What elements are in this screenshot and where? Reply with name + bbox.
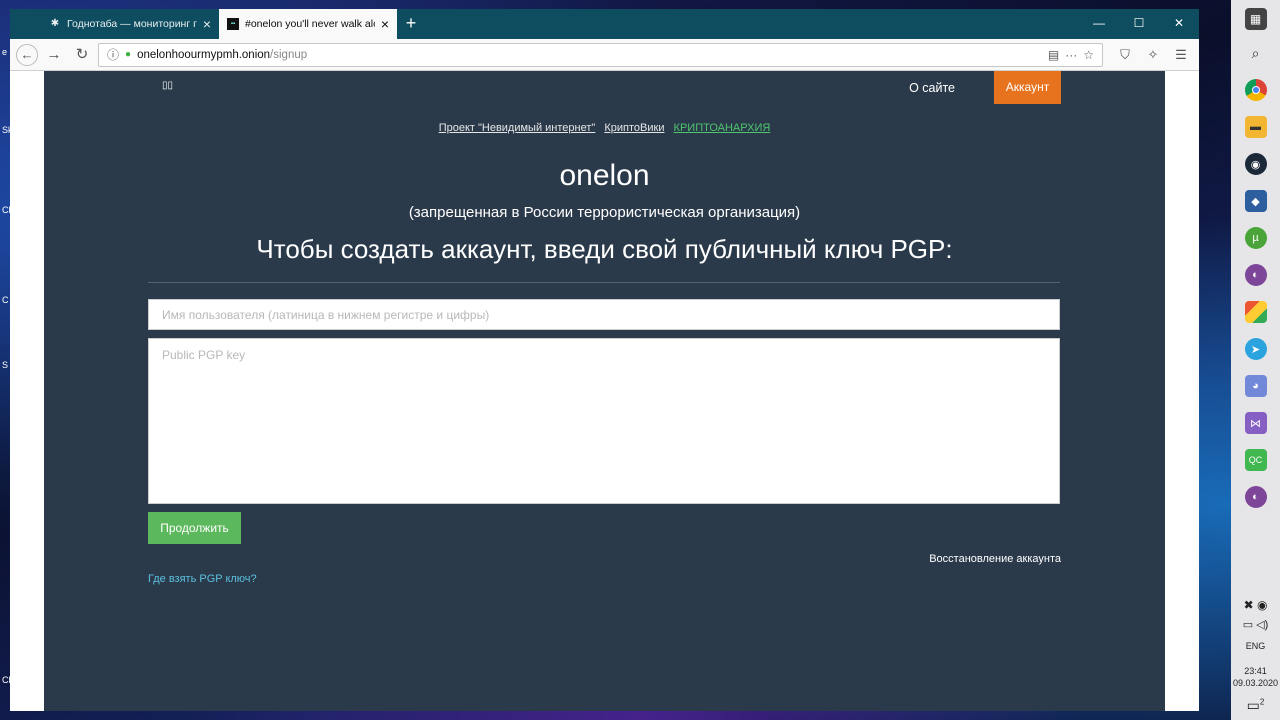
close-icon[interactable]: × (381, 17, 389, 31)
language-indicator[interactable]: ENG (1231, 641, 1280, 651)
signup-headline: Чтобы создать аккаунт, введи свой публич… (256, 234, 953, 264)
site-favicon-icon: ▪▪ (227, 18, 239, 30)
url-path: /signup (270, 48, 308, 61)
browser-window: ✱ Годнотаба — мониторинг год × ▪▪ #onelo… (10, 9, 1199, 711)
link-cryptoanarchy[interactable]: КРИПТОАНАРХИЯ (674, 122, 771, 134)
username-input[interactable] (148, 299, 1060, 330)
site-title: onelon (559, 159, 650, 192)
system-tray: ✖ ◉ ▭ ◁) ENG 23:41 09.03.2020 ▭2 (1231, 598, 1280, 720)
tor-browser-icon[interactable]: ◐ (1244, 264, 1267, 286)
site-subtitle: (запрещенная в России террористическая о… (408, 204, 801, 221)
search-icon[interactable]: ⌕ (1245, 42, 1267, 64)
desktop-icon-label[interactable]: S (2, 360, 8, 370)
clock-time[interactable]: 23:41 (1231, 665, 1280, 677)
utorrent-icon[interactable]: µ (1244, 227, 1267, 249)
visual-studio-icon[interactable]: ⋈ (1244, 412, 1267, 434)
file-explorer-icon[interactable]: ▬ (1244, 116, 1267, 138)
maximize-button[interactable]: ☐ (1119, 9, 1159, 39)
info-icon[interactable]: ⓘ (107, 46, 119, 63)
link-cryptowiki[interactable]: КриптоВики (604, 122, 664, 134)
site-logo-icon[interactable]: ▯▯ (162, 80, 173, 91)
window-controls: — ☐ ✕ (1079, 9, 1199, 39)
project-links: Проект "Невидимый интернет" КриптоВики К… (44, 122, 1165, 134)
reload-icon[interactable]: ↻ (70, 43, 94, 67)
tray-apps-icon[interactable]: ✖ ◉ (1231, 598, 1280, 612)
tab-title: #onelon you'll never walk alone (245, 18, 375, 30)
action-center-icon[interactable]: ▭2 (1231, 697, 1280, 714)
minimize-button[interactable]: — (1079, 9, 1119, 39)
tab-godnotaba[interactable]: ✱ Годнотаба — мониторинг год × (41, 9, 219, 39)
forward-arrow-icon[interactable]: → (42, 43, 66, 67)
tab-bar: ✱ Годнотаба — мониторинг год × ▪▪ #onelo… (10, 9, 1199, 39)
address-bar[interactable]: ⓘ ● onelonhoourmypmh.onion/signup ▤ ··· … (98, 42, 1103, 67)
divider (148, 282, 1060, 283)
rubik-cube-icon[interactable] (1244, 301, 1267, 323)
close-icon[interactable]: × (203, 17, 211, 31)
nav-about-link[interactable]: О сайте (909, 81, 955, 95)
desktop-icon-label[interactable]: C (2, 295, 9, 305)
tab-title: Годнотаба — мониторинг год (67, 18, 197, 30)
notification-area-icon[interactable]: ▦ (1244, 8, 1267, 30)
navigation-toolbar: ← → ↻ ⓘ ● onelonhoourmypmh.onion/signup … (10, 39, 1199, 71)
pgp-help-link[interactable]: Где взять PGP ключ? (148, 573, 257, 585)
reader-view-icon[interactable]: ▤ (1048, 48, 1059, 62)
pgp-key-textarea[interactable] (148, 338, 1060, 504)
desktop-icon-label[interactable]: e (2, 47, 7, 57)
link-invisible-internet[interactable]: Проект "Невидимый интернет" (439, 122, 596, 134)
discord-icon[interactable]: ◕ (1244, 375, 1267, 397)
page-viewport: ▯▯ О сайте Аккаунт Проект "Невидимый инт… (10, 71, 1199, 711)
bookmark-star-icon[interactable]: ☆ (1083, 48, 1094, 62)
new-tab-button[interactable]: + (397, 9, 425, 39)
tor-circuit-icon[interactable]: ✧ (1141, 47, 1165, 63)
virtualbox-icon[interactable]: ◆ (1244, 190, 1267, 212)
tor-browser-icon[interactable]: ◐ (1244, 486, 1267, 508)
windows-taskbar: ▦ ⌕ ▬ ◉ ◆ µ ◐ ➤ ◕ ⋈ QC ◐ ✖ ◉ ▭ ◁) ENG 23… (1231, 0, 1280, 720)
spider-icon: ✱ (50, 18, 60, 29)
more-actions-icon[interactable]: ··· (1065, 48, 1077, 62)
back-arrow-icon[interactable]: ← (16, 43, 38, 66)
url-host: onelonhoourmypmh.onion (137, 48, 271, 61)
nav-account-button[interactable]: Аккаунт (994, 71, 1061, 104)
chrome-icon[interactable] (1244, 79, 1267, 101)
clock-date[interactable]: 09.03.2020 (1231, 677, 1280, 689)
tab-onelon[interactable]: ▪▪ #onelon you'll never walk alone × (219, 9, 397, 39)
close-window-button[interactable]: ✕ (1159, 9, 1199, 39)
telegram-icon[interactable]: ➤ (1244, 338, 1267, 360)
continue-button[interactable]: Продолжить (148, 512, 241, 544)
url-text: onelonhoourmypmh.onion/signup (137, 49, 307, 61)
account-recovery-link[interactable]: Восстановление аккаунта (929, 553, 1061, 565)
menu-hamburger-icon[interactable]: ☰ (1169, 47, 1193, 63)
page-content: ▯▯ О сайте Аккаунт Проект "Невидимый инт… (44, 71, 1165, 711)
network-volume-icon[interactable]: ▭ ◁) (1231, 618, 1280, 631)
shield-icon[interactable]: ⛉ (1113, 47, 1137, 63)
qc-app-icon[interactable]: QC (1244, 449, 1267, 471)
site-navbar: ▯▯ О сайте Аккаунт (44, 71, 1165, 104)
notification-count: 2 (1259, 697, 1265, 707)
onion-icon: ● (125, 49, 132, 60)
steam-icon[interactable]: ◉ (1244, 153, 1267, 175)
